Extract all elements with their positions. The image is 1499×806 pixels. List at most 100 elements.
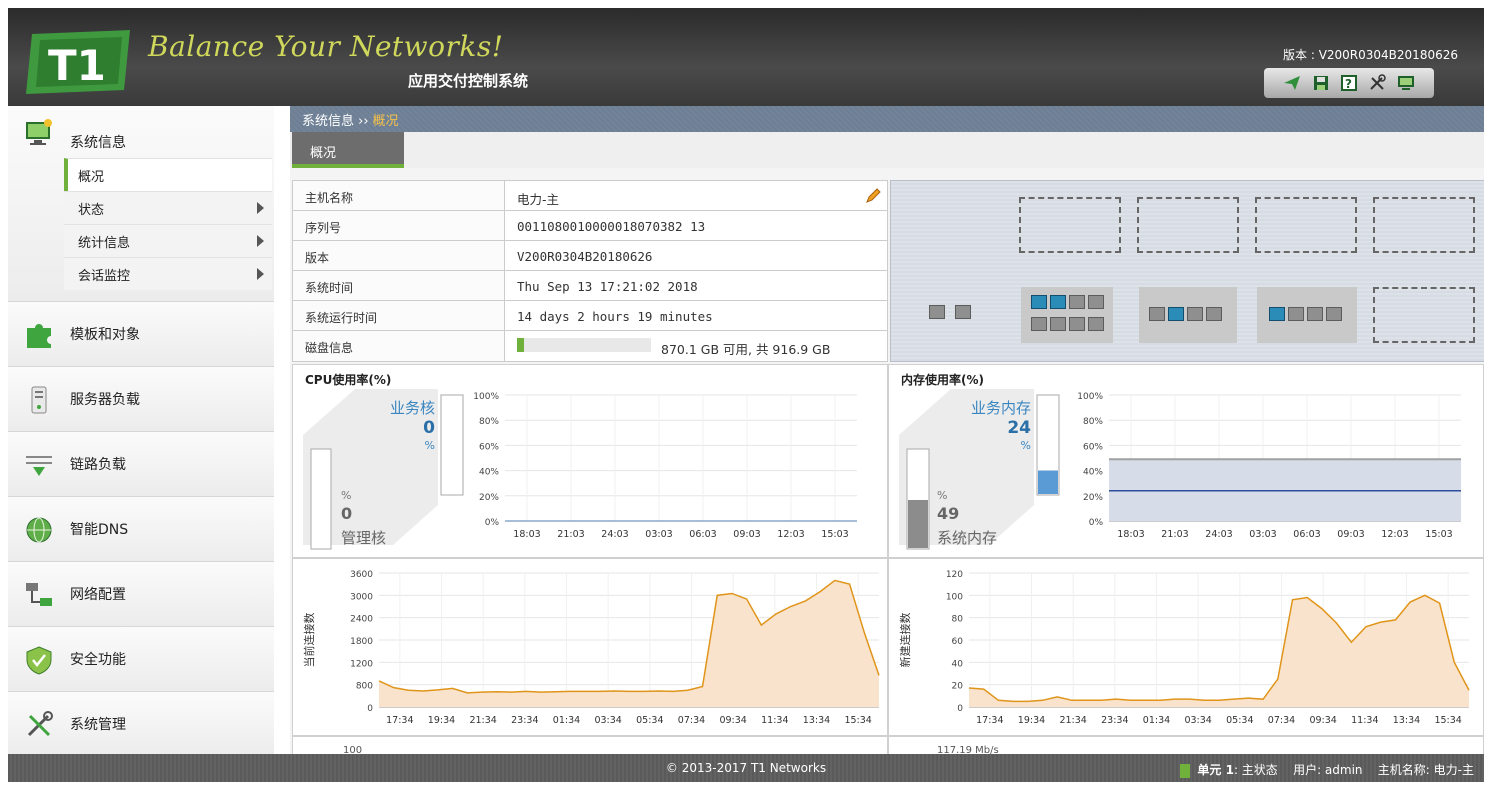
menu-server-load[interactable]: 服务器负载 xyxy=(8,367,274,431)
system-info-icon xyxy=(26,119,52,145)
y-tick-label: 120 xyxy=(946,570,963,580)
footer-hostname: 主机名称: 电力-主 xyxy=(1377,763,1474,777)
edit-icon[interactable] xyxy=(865,188,881,204)
breadcrumb-parent[interactable]: 系统信息 ›› xyxy=(302,110,369,129)
y-tick-label: 100% xyxy=(1077,392,1103,402)
menu-link-load[interactable]: 链路负载 xyxy=(8,432,274,496)
y-tick-label: 100% xyxy=(473,392,499,402)
y-tick-label: 40 xyxy=(952,659,964,669)
server-icon xyxy=(31,386,47,414)
app-header: T1 Balance Your Networks! 应用交付控制系统 版本 : … xyxy=(8,8,1484,106)
y-tick-label: 60 xyxy=(952,637,964,647)
empty-module-slot xyxy=(1019,197,1121,253)
send-icon[interactable] xyxy=(1283,74,1301,92)
next-chart-panel-right: 117.19 Mb/s xyxy=(888,736,1484,754)
mgmt-core-value: 0 xyxy=(341,504,352,523)
save-icon[interactable] xyxy=(1312,74,1330,92)
port-down[interactable] xyxy=(1149,307,1165,321)
tools-icon[interactable] xyxy=(1368,74,1387,92)
submenu-label: 状态 xyxy=(78,202,105,218)
menu-group-server-load: 服务器负载 xyxy=(8,367,274,432)
memory-usage-panel: 内存使用率(%) 业务内存 24 % % 49 系统内存 100% 80% 60% 4… xyxy=(888,364,1484,558)
monitor-icon[interactable] xyxy=(1397,74,1415,92)
unit-state: : 主状态 xyxy=(1233,763,1278,777)
submenu-statistics[interactable]: 统计信息 xyxy=(64,224,272,257)
menu-templates[interactable]: 模板和对象 xyxy=(8,302,274,366)
menu-label: 网络配置 xyxy=(70,587,126,603)
new-connections-chart: 120 100 80 60 40 20 0 17:34 19:34 21:34 23:34 01:34… xyxy=(898,570,1470,726)
port-up[interactable] xyxy=(1168,307,1184,321)
x-tick-label: 09:34 xyxy=(719,715,746,726)
help-icon[interactable]: ? xyxy=(1340,74,1358,92)
y-tick-label: 1200 xyxy=(350,659,373,669)
y-tick-label: 20 xyxy=(952,682,964,692)
port-down[interactable] xyxy=(1031,317,1047,331)
port-down[interactable] xyxy=(1288,307,1304,321)
business-core-unit: % xyxy=(425,439,435,452)
x-tick-label: 21:03 xyxy=(1161,529,1188,540)
empty-module-slot xyxy=(1373,287,1475,343)
tab-overview[interactable]: 概况 xyxy=(292,132,404,168)
port-down[interactable] xyxy=(1088,317,1104,331)
status-footer: © 2013-2017 T1 Networks 单元 1: 主状态 用户: ad… xyxy=(8,754,1484,782)
x-tick-label: 01:34 xyxy=(553,715,580,726)
current-connections-panel: 3600 3000 2400 1800 1200 800 0 17:34 19:34 21:34 2… xyxy=(292,558,888,736)
business-memory-unit: % xyxy=(1021,439,1031,452)
port-down[interactable] xyxy=(1069,295,1085,309)
port-module-1 xyxy=(1021,287,1113,343)
port-down[interactable] xyxy=(1187,307,1203,321)
port-down[interactable] xyxy=(1069,317,1085,331)
y-tick-label: 1800 xyxy=(350,637,373,647)
x-tick-label: 17:34 xyxy=(386,715,413,726)
business-memory-fill xyxy=(1038,470,1058,494)
x-tick-label: 09:03 xyxy=(733,529,760,540)
menu-system-admin[interactable]: 系统管理 xyxy=(8,692,274,756)
hostname-value: 电力-主 xyxy=(517,192,560,207)
mgmt-port[interactable] xyxy=(955,305,971,319)
puzzle-icon xyxy=(27,324,51,348)
business-core-label: 业务核 xyxy=(390,399,435,417)
port-down[interactable] xyxy=(1050,317,1066,331)
version-label: 版本 : V200R0304B20180626 xyxy=(1283,48,1458,62)
y-tick-label: 40% xyxy=(479,468,499,478)
mgmt-port[interactable] xyxy=(929,305,945,319)
row-value: 0011080010000018070382 13 xyxy=(517,219,706,234)
y-tick-label: 60% xyxy=(479,442,499,452)
port-down[interactable] xyxy=(1088,295,1104,309)
port-up[interactable] xyxy=(1031,295,1047,309)
y-tick-label: 0 xyxy=(957,704,963,714)
chevron-right-icon xyxy=(257,202,264,214)
partial-axis-label: 117.19 Mb/s xyxy=(937,745,999,754)
x-tick-label: 06:03 xyxy=(689,529,716,540)
menu-group-system-info: 系统信息 概况 状态 统计信息 会话监控 xyxy=(8,106,274,302)
port-down[interactable] xyxy=(1326,307,1342,321)
breadcrumb: 系统信息 ›› 概况 xyxy=(290,106,1484,132)
system-memory-value: 49 xyxy=(937,504,959,523)
menu-security[interactable]: 安全功能 xyxy=(8,627,274,691)
submenu-session-monitor[interactable]: 会话监控 xyxy=(64,257,272,290)
x-tick-label: 19:34 xyxy=(428,715,455,726)
port-down[interactable] xyxy=(1206,307,1222,321)
business-core-value: 0 xyxy=(423,418,435,438)
y-tick-label: 3600 xyxy=(350,570,373,580)
device-ports-panel xyxy=(890,180,1484,362)
row-key: 主机名称 xyxy=(293,181,505,210)
y-tick-label: 0% xyxy=(485,518,500,528)
port-down[interactable] xyxy=(1307,307,1323,321)
x-tick-label: 24:03 xyxy=(1205,529,1232,540)
menu-network-config[interactable]: 网络配置 xyxy=(8,562,274,626)
port-up[interactable] xyxy=(1269,307,1285,321)
menu-label: 系统信息 xyxy=(70,135,126,151)
y-tick-label: 3000 xyxy=(350,592,373,602)
x-tick-label: 13:34 xyxy=(1393,715,1420,726)
x-tick-label: 18:03 xyxy=(513,529,540,540)
port-up[interactable] xyxy=(1050,295,1066,309)
menu-smart-dns[interactable]: 智能DNS xyxy=(8,497,274,561)
submenu-overview[interactable]: 概况 xyxy=(64,158,272,191)
chevron-right-icon xyxy=(257,268,264,280)
submenu-status[interactable]: 状态 xyxy=(64,191,272,224)
menu-system-info[interactable]: 系统信息 xyxy=(8,106,274,158)
x-tick-label: 23:34 xyxy=(511,715,538,726)
slogan: Balance Your Networks! xyxy=(148,30,504,63)
wrench-icon xyxy=(27,711,53,737)
